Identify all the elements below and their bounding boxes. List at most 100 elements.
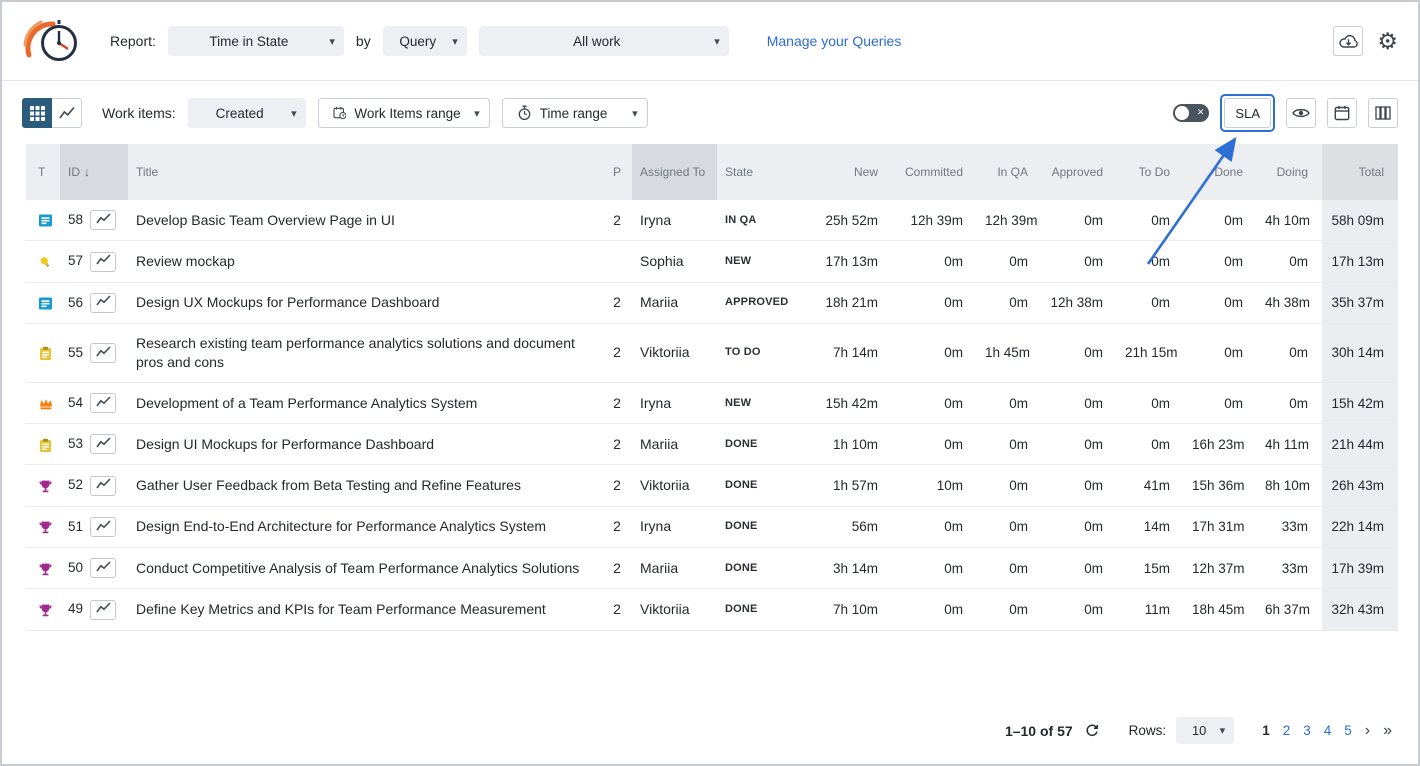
sla-toggle[interactable]: ✕: [1173, 104, 1209, 122]
work-item-row[interactable]: 58Develop Basic Team Overview Page in UI…: [26, 200, 1398, 241]
work-items-range-dropdown[interactable]: Work Items range ▾: [318, 98, 490, 128]
work-item-row[interactable]: 54Development of a Team Performance Anal…: [26, 382, 1398, 423]
gear-icon: ⚙: [1377, 28, 1398, 54]
grid-view-button[interactable]: [22, 98, 52, 128]
query-dropdown[interactable]: All work ▾: [479, 26, 729, 56]
rows-per-page-value: 10: [1192, 723, 1206, 738]
item-chart-button[interactable]: [90, 558, 116, 578]
time-in_qa: 0m: [977, 382, 1042, 423]
item-chart-button[interactable]: [90, 600, 116, 620]
line-chart-icon: [96, 396, 111, 411]
feature-icon: [38, 479, 53, 494]
sla-button[interactable]: SLA: [1224, 98, 1271, 128]
time-range-dropdown[interactable]: Time range ▾: [502, 98, 648, 128]
work-item-row[interactable]: 57Review mockapSophiaNEW17h 13m0m0m0m0m0…: [26, 241, 1398, 282]
last-page-button[interactable]: »: [1383, 723, 1392, 739]
time-doing: 0m: [1257, 241, 1322, 282]
page-number-5[interactable]: 5: [1344, 723, 1352, 738]
chart-view-button[interactable]: [52, 98, 82, 128]
work-item-title[interactable]: Development of a Team Performance Analyt…: [128, 382, 602, 423]
work-item-title[interactable]: Review mockap: [128, 241, 602, 282]
item-chart-button[interactable]: [90, 210, 116, 230]
work-item-title[interactable]: Design UI Mockups for Performance Dashbo…: [128, 424, 602, 465]
export-button[interactable]: [1333, 26, 1363, 56]
work-item-row[interactable]: 49Define Key Metrics and KPIs for Team P…: [26, 589, 1398, 630]
by-label: by: [356, 33, 371, 49]
time-committed: 0m: [892, 282, 977, 323]
column-header-total[interactable]: Total: [1322, 144, 1398, 200]
column-header-committed[interactable]: Committed: [892, 144, 977, 200]
item-chart-button[interactable]: [90, 476, 116, 496]
source-dropdown[interactable]: Query ▾: [383, 26, 467, 56]
time-approved: 0m: [1042, 200, 1117, 241]
assigned-to-value: Mariia: [632, 282, 717, 323]
priority-value: 2: [602, 589, 632, 630]
column-header-state[interactable]: State: [717, 144, 817, 200]
rows-per-page-dropdown[interactable]: 10 ▾: [1176, 717, 1234, 744]
work-item-row[interactable]: 50Conduct Competitive Analysis of Team P…: [26, 548, 1398, 589]
work-items-range-value: Work Items range: [354, 106, 460, 121]
item-chart-button[interactable]: [90, 517, 116, 537]
column-header-to_do[interactable]: To Do: [1117, 144, 1184, 200]
column-label: P: [613, 165, 621, 179]
work-item-title[interactable]: Design End-to-End Architecture for Perfo…: [128, 506, 602, 547]
priority-value: 2: [602, 424, 632, 465]
report-type-dropdown[interactable]: Time in State ▾: [168, 26, 344, 56]
work-item-row[interactable]: 56Design UX Mockups for Performance Dash…: [26, 282, 1398, 323]
work-item-id: 55: [68, 345, 83, 360]
work-item-title[interactable]: Conduct Competitive Analysis of Team Per…: [128, 548, 602, 589]
state-badge: DONE: [717, 424, 817, 465]
work-item-type-cell: [26, 282, 60, 323]
item-chart-button[interactable]: [90, 343, 116, 363]
column-header-assigned[interactable]: Assigned To: [632, 144, 717, 200]
time-to_do: 0m: [1117, 200, 1184, 241]
time-done: 18h 45m: [1184, 589, 1257, 630]
work-item-title[interactable]: Develop Basic Team Overview Page in UI: [128, 200, 602, 241]
date-settings-button[interactable]: [1327, 98, 1357, 128]
column-label: State: [725, 165, 753, 179]
column-header-done[interactable]: Done: [1184, 144, 1257, 200]
visibility-button[interactable]: [1286, 98, 1316, 128]
time-in_qa: 0m: [977, 589, 1042, 630]
work-item-title[interactable]: Define Key Metrics and KPIs for Team Per…: [128, 589, 602, 630]
work-items-label: Work items:: [102, 105, 176, 121]
created-dropdown[interactable]: Created ▾: [188, 98, 306, 128]
work-item-title[interactable]: Research existing team performance analy…: [128, 323, 602, 382]
work-item-title[interactable]: Gather User Feedback from Beta Testing a…: [128, 465, 602, 506]
work-item-row[interactable]: 53Design UI Mockups for Performance Dash…: [26, 424, 1398, 465]
manage-queries-link[interactable]: Manage your Queries: [767, 33, 902, 49]
page-number-2[interactable]: 2: [1283, 723, 1291, 738]
column-header-id[interactable]: ID↓: [60, 144, 128, 200]
page-number-3[interactable]: 3: [1303, 723, 1311, 738]
column-header-type[interactable]: T: [26, 144, 60, 200]
column-header-new[interactable]: New: [817, 144, 892, 200]
work-item-title[interactable]: Design UX Mockups for Performance Dashbo…: [128, 282, 602, 323]
time-approved: 0m: [1042, 506, 1117, 547]
line-chart-icon: [96, 602, 111, 617]
column-header-in_qa[interactable]: In QA: [977, 144, 1042, 200]
next-page-button[interactable]: ›: [1365, 723, 1370, 739]
columns-button[interactable]: [1368, 98, 1398, 128]
item-chart-button[interactable]: [90, 393, 116, 413]
page-number-4[interactable]: 4: [1324, 723, 1332, 738]
work-item-id-cell: 55: [60, 323, 128, 382]
refresh-button[interactable]: [1083, 724, 1101, 738]
column-header-p[interactable]: P: [602, 144, 632, 200]
chevron-down-icon: ▾: [291, 107, 297, 120]
work-item-row[interactable]: 51Design End-to-End Architecture for Per…: [26, 506, 1398, 547]
column-header-title[interactable]: Title: [128, 144, 602, 200]
time-total: 35h 37m: [1322, 282, 1398, 323]
column-header-doing[interactable]: Doing: [1257, 144, 1322, 200]
item-chart-button[interactable]: [90, 252, 116, 272]
time-total: 15h 42m: [1322, 382, 1398, 423]
time-doing: 4h 38m: [1257, 282, 1322, 323]
time-total: 58h 09m: [1322, 200, 1398, 241]
settings-button[interactable]: ⚙: [1377, 30, 1398, 53]
item-chart-button[interactable]: [90, 293, 116, 313]
work-item-row[interactable]: 52Gather User Feedback from Beta Testing…: [26, 465, 1398, 506]
item-chart-button[interactable]: [90, 434, 116, 454]
page-number-1[interactable]: 1: [1262, 723, 1270, 738]
work-item-row[interactable]: 55 Research existing team performance ana…: [26, 323, 1398, 382]
column-header-approved[interactable]: Approved: [1042, 144, 1117, 200]
work-item-type-cell: [26, 506, 60, 547]
